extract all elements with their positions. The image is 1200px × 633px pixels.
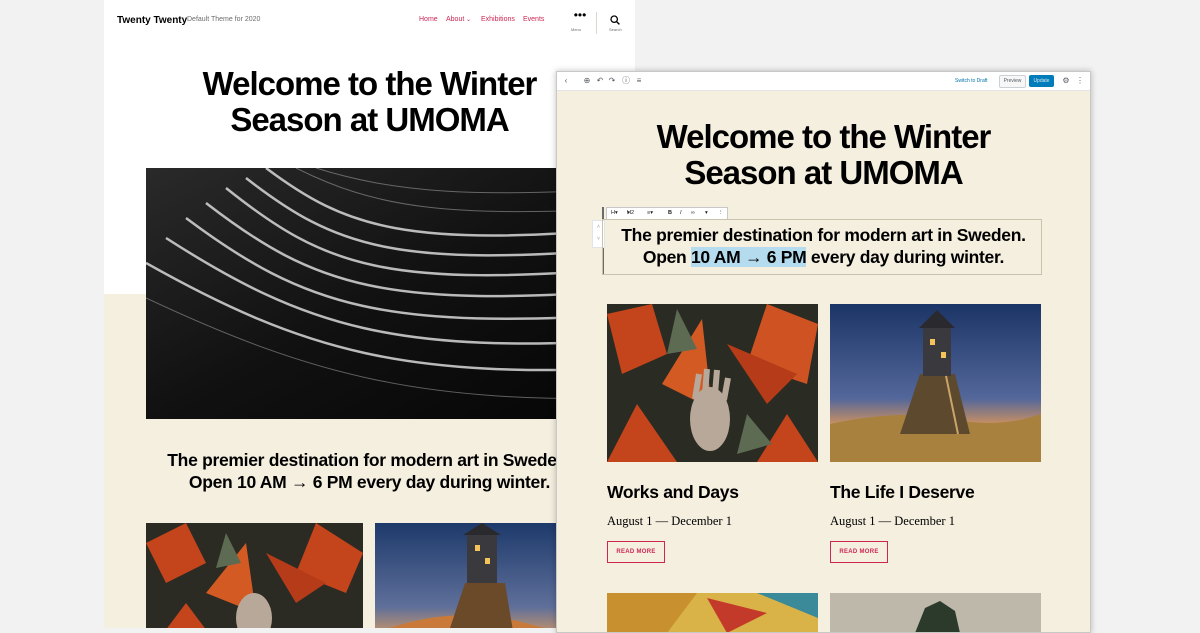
nav-home[interactable]: Home bbox=[419, 16, 438, 23]
menu-label: Menu bbox=[571, 27, 582, 32]
editor-subtitle[interactable]: The premier destination for modern art i… bbox=[557, 224, 1090, 268]
editor-page-title-line2: Season at UMOMA bbox=[684, 154, 963, 191]
editor-card-image-3[interactable] bbox=[607, 593, 818, 632]
block-options-icon[interactable]: ⋮ bbox=[718, 208, 724, 219]
editor-card-image-4[interactable] bbox=[830, 593, 1041, 632]
editor-window: ‹ ⊕ ↶ ↷ ⓘ ≡ Switch to Draft Preview Upda… bbox=[556, 71, 1091, 633]
more-options-icon[interactable]: ⋮ bbox=[1074, 75, 1086, 87]
card-image-works-and-days[interactable] bbox=[146, 523, 363, 628]
info-icon[interactable]: ⓘ bbox=[620, 75, 632, 87]
nav-about-label: About bbox=[446, 16, 465, 23]
editor-subtitle-line2: Open 10 AM → 6 PM every day during winte… bbox=[557, 246, 1090, 268]
read-more-button-works-and-days[interactable]: READ MORE bbox=[607, 541, 665, 563]
back-icon[interactable]: ‹ bbox=[560, 75, 572, 87]
italic-icon[interactable]: I bbox=[680, 208, 682, 219]
heading-level-label: H2 bbox=[627, 210, 635, 216]
card-date-the-life-i-deserve: August 1 — December 1 bbox=[830, 514, 955, 528]
editor-page-title-line1: Welcome to the Winter bbox=[656, 118, 992, 155]
link-icon[interactable]: ∞ bbox=[691, 208, 695, 219]
nav-about[interactable]: About ⌄ bbox=[446, 16, 471, 23]
editor-page-title[interactable]: Welcome to the Winter Season at UMOMA bbox=[557, 119, 1090, 191]
editor-subtitle-line1: The premier destination for modern art i… bbox=[621, 225, 1026, 245]
nav-exhibitions[interactable]: Exhibitions bbox=[481, 16, 515, 23]
editor-top-toolbar: ‹ ⊕ ↶ ↷ ⓘ ≡ Switch to Draft Preview Upda… bbox=[557, 72, 1090, 91]
redo-icon[interactable]: ↷ bbox=[606, 75, 618, 87]
card-title-works-and-days[interactable]: Works and Days bbox=[607, 482, 739, 503]
heading-level-dropdown[interactable]: H2 ▾ bbox=[627, 208, 634, 219]
menu-dots-icon[interactable]: ••• bbox=[570, 9, 590, 21]
header-divider bbox=[596, 12, 597, 34]
outline-icon[interactable]: ≡ bbox=[633, 75, 645, 87]
read-more-button-the-life-i-deserve[interactable]: READ MORE bbox=[830, 541, 888, 563]
search-label: Search bbox=[609, 27, 622, 32]
switch-to-draft-link[interactable]: Switch to Draft bbox=[955, 78, 988, 84]
card-date-works-and-days: August 1 — December 1 bbox=[607, 514, 732, 528]
card-title-the-life-i-deserve[interactable]: The Life I Deserve bbox=[830, 482, 975, 503]
bold-icon[interactable]: B bbox=[668, 208, 672, 219]
preview-button[interactable]: Preview bbox=[999, 75, 1026, 88]
site-description: Default Theme for 2020 bbox=[187, 16, 261, 23]
selected-text-highlight[interactable]: 10 AM → 6 PM bbox=[691, 247, 807, 267]
heading-block-icon[interactable]: H▾ bbox=[611, 208, 618, 219]
add-block-icon[interactable]: ⊕ bbox=[581, 75, 593, 87]
editor-card-image-works-and-days[interactable] bbox=[607, 304, 818, 462]
nav-events[interactable]: Events bbox=[523, 16, 544, 23]
more-formatting-icon[interactable]: ▾ bbox=[705, 208, 708, 219]
search-icon[interactable] bbox=[610, 15, 620, 25]
subtitle-text-post: every day during winter. bbox=[806, 247, 1005, 267]
site-title[interactable]: Twenty Twenty bbox=[117, 15, 187, 26]
undo-icon[interactable]: ↶ bbox=[594, 75, 606, 87]
subtitle-text-pre: Open bbox=[642, 247, 691, 267]
gear-icon[interactable]: ⚙ bbox=[1060, 75, 1072, 87]
update-button[interactable]: Update bbox=[1029, 75, 1054, 87]
editor-card-image-the-life-i-deserve[interactable] bbox=[830, 304, 1041, 462]
chevron-down-icon: ⌄ bbox=[464, 17, 471, 23]
align-icon[interactable]: ≡▾ bbox=[647, 208, 653, 219]
